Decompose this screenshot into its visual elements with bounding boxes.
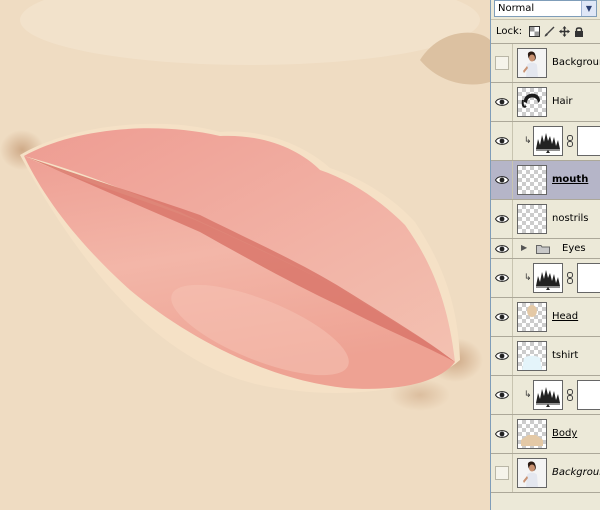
eye-icon	[494, 391, 509, 399]
link-chain-icon[interactable]	[567, 272, 573, 284]
lock-label: Lock:	[496, 26, 523, 37]
layer-mask-thumbnail[interactable]	[577, 380, 600, 410]
layer-thumbnail-mouth	[517, 165, 547, 195]
layer-row-hair[interactable]: Hair	[491, 83, 600, 122]
layer-name[interactable]: Eyes	[562, 243, 586, 254]
visibility-toggle[interactable]	[491, 454, 513, 492]
visibility-toggle[interactable]	[491, 259, 513, 297]
blend-mode-value: Normal	[498, 3, 535, 14]
layer-thumbnail-nostrils	[517, 204, 547, 234]
visibility-toggle[interactable]	[491, 298, 513, 336]
layer-name[interactable]: nostrils	[552, 213, 588, 224]
layer-mask-thumbnail[interactable]	[577, 126, 600, 156]
hidden-box-icon	[494, 466, 509, 480]
eye-icon	[494, 176, 509, 184]
layer-row-nostrils[interactable]: nostrils	[491, 200, 600, 239]
move-lock-icon[interactable]	[558, 26, 570, 38]
eye-icon	[494, 430, 509, 438]
blend-mode-select[interactable]: Normal ▼	[494, 0, 597, 17]
layer-thumbnail-hair	[517, 87, 547, 117]
visibility-toggle[interactable]	[491, 161, 513, 199]
layer-row-head[interactable]: Head	[491, 298, 600, 337]
clipping-arrow-icon: ↳	[524, 390, 532, 400]
layer-row-adjustment[interactable]: ↳	[491, 122, 600, 161]
lips-artwork	[0, 0, 490, 510]
layer-thumbnail-tshirt	[517, 341, 547, 371]
visibility-toggle[interactable]	[491, 44, 513, 82]
lock-row: Lock:	[491, 20, 600, 44]
layer-row-mouth[interactable]: mouth	[491, 161, 600, 200]
eye-icon	[494, 137, 509, 145]
layer-name[interactable]: mouth	[552, 174, 588, 185]
layer-name[interactable]: Body	[552, 428, 577, 439]
levels-adjustment-icon	[533, 380, 563, 410]
chevron-down-icon: ▼	[581, 1, 596, 16]
layers-panel: Normal ▼ Lock: Background copy	[490, 0, 600, 510]
levels-adjustment-icon	[533, 126, 563, 156]
layer-name[interactable]: tshirt	[552, 350, 578, 361]
brush-lock-icon[interactable]	[543, 26, 555, 38]
blend-mode-row: Normal ▼	[491, 0, 600, 20]
transparency-lock-icon[interactable]	[528, 26, 540, 38]
layer-name[interactable]: Background	[552, 467, 600, 478]
levels-adjustment-icon	[533, 263, 563, 293]
eye-icon	[494, 352, 509, 360]
layer-group-eyes[interactable]: ▶ Eyes	[491, 239, 600, 259]
visibility-toggle[interactable]	[491, 239, 513, 258]
layer-row-adjustment[interactable]: ↳	[491, 259, 600, 298]
eye-icon	[494, 313, 509, 321]
layer-name[interactable]: Hair	[552, 96, 573, 107]
link-chain-icon[interactable]	[567, 135, 573, 147]
visibility-toggle[interactable]	[491, 83, 513, 121]
layer-thumbnail-photo	[517, 458, 547, 488]
layer-row-background[interactable]: Background	[491, 454, 600, 493]
layer-name[interactable]: Head	[552, 311, 578, 322]
expand-triangle-icon[interactable]: ▶	[521, 243, 527, 252]
folder-icon	[536, 245, 550, 254]
layer-thumbnail-head	[517, 302, 547, 332]
visibility-toggle[interactable]	[491, 337, 513, 375]
visibility-toggle[interactable]	[491, 376, 513, 414]
visibility-toggle[interactable]	[491, 415, 513, 453]
layer-mask-thumbnail[interactable]	[577, 263, 600, 293]
layer-thumbnail-photo	[517, 48, 547, 78]
clipping-arrow-icon: ↳	[524, 136, 532, 146]
layer-thumbnail-body	[517, 419, 547, 449]
layer-row-adjustment[interactable]: ↳	[491, 376, 600, 415]
visibility-toggle[interactable]	[491, 122, 513, 160]
layer-row-tshirt[interactable]: tshirt	[491, 337, 600, 376]
link-chain-icon[interactable]	[567, 389, 573, 401]
padlock-icon[interactable]	[573, 26, 585, 38]
layer-row-background-copy[interactable]: Background copy	[491, 44, 600, 83]
hidden-box-icon	[494, 56, 509, 70]
eye-icon	[494, 274, 509, 282]
eye-icon	[494, 244, 509, 253]
document-canvas[interactable]	[0, 0, 490, 510]
visibility-toggle[interactable]	[491, 200, 513, 238]
layer-name[interactable]: Background copy	[552, 57, 600, 68]
eye-icon	[494, 98, 509, 106]
eye-icon	[494, 215, 509, 223]
clipping-arrow-icon: ↳	[524, 273, 532, 283]
layer-row-body[interactable]: Body	[491, 415, 600, 454]
